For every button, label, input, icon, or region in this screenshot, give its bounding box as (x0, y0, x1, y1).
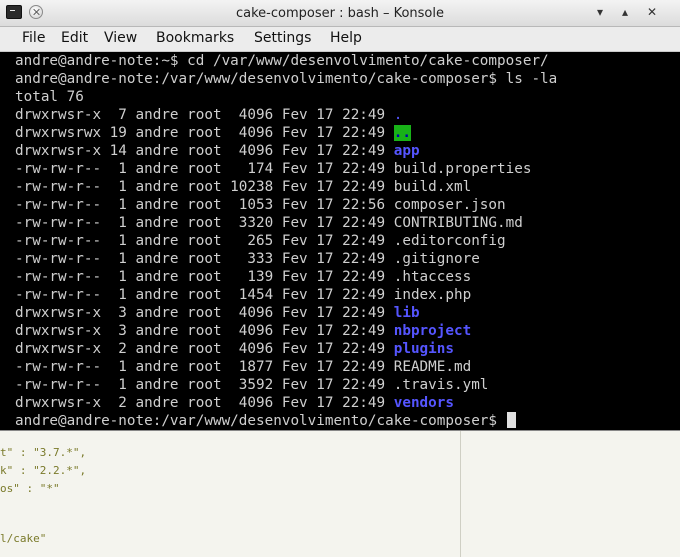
background-editor-line: t" : "3.7.*", (0, 446, 87, 459)
ls-entry-row: drwxrwsr-x 7 andre root 4096 Fev 17 22:4… (15, 106, 680, 124)
menu-settings[interactable]: Settings (254, 30, 311, 46)
ls-entry-name: index.php (393, 287, 472, 303)
menu-file[interactable]: File (22, 30, 45, 46)
ls-entry-name: composer.json (393, 197, 506, 213)
ls-entry-row: drwxrwsr-x 3 andre root 4096 Fev 17 22:4… (15, 322, 680, 340)
ls-entry-name: app (393, 143, 420, 159)
menu-edit[interactable]: Edit (61, 30, 88, 46)
konsole-window: cake-composer : bash – Konsole ▾ ▴ ✕ Fil… (0, 0, 680, 430)
ls-entry-name: .travis.yml (393, 377, 489, 393)
ls-entry-meta: -rw-rw-r-- 1 andre root 3320 Fev 17 22:4… (15, 215, 394, 231)
ls-entry-row: -rw-rw-r-- 1 andre root 10238 Fev 17 22:… (15, 178, 680, 196)
ls-entry-meta: -rw-rw-r-- 1 andre root 1454 Fev 17 22:4… (15, 287, 394, 303)
maximize-icon[interactable]: ▴ (617, 4, 633, 20)
ls-entry-meta: drwxrwsr-x 2 andre root 4096 Fev 17 22:4… (15, 341, 394, 357)
ls-entry-meta: -rw-rw-r-- 1 andre root 174 Fev 17 22:49 (15, 161, 394, 177)
ls-listing: drwxrwsr-x 7 andre root 4096 Fev 17 22:4… (15, 106, 680, 412)
terminal-line: total 76 (15, 89, 84, 105)
ls-entry-row: drwxrwsr-x 2 andre root 4096 Fev 17 22:4… (15, 394, 680, 412)
ls-entry-name: .. (393, 125, 411, 141)
terminal-output[interactable]: andre@andre-note:~$ cd /var/www/desenvol… (15, 52, 680, 430)
ls-entry-name: plugins (393, 341, 454, 357)
ls-entry-name: .editorconfig (393, 233, 506, 249)
ls-entry-row: -rw-rw-r-- 1 andre root 3592 Fev 17 22:4… (15, 376, 680, 394)
text-cursor (506, 412, 516, 428)
ls-entry-row: -rw-rw-r-- 1 andre root 333 Fev 17 22:49… (15, 250, 680, 268)
ls-entry-name: .gitignore (393, 251, 480, 267)
ls-entry-row: -rw-rw-r-- 1 andre root 265 Fev 17 22:49… (15, 232, 680, 250)
ls-entry-row: drwxrwsr-x 2 andre root 4096 Fev 17 22:4… (15, 340, 680, 358)
ls-entry-meta: drwxrwsr-x 3 andre root 4096 Fev 17 22:4… (15, 323, 394, 339)
ls-entry-name: nbproject (393, 323, 472, 339)
ls-entry-meta: -rw-rw-r-- 1 andre root 3592 Fev 17 22:4… (15, 377, 394, 393)
ls-entry-row: -rw-rw-r-- 1 andre root 174 Fev 17 22:49… (15, 160, 680, 178)
background-editor-line: k" : "2.2.*", (0, 464, 87, 477)
prompt-line: andre@andre-note:/var/www/desenvolviment… (15, 412, 680, 430)
ls-entry-row: -rw-rw-r-- 1 andre root 139 Fev 17 22:49… (15, 268, 680, 286)
ls-entry-meta: -rw-rw-r-- 1 andre root 1877 Fev 17 22:4… (15, 359, 394, 375)
ls-entry-name: build.xml (393, 179, 472, 195)
ls-entry-name: lib (393, 305, 420, 321)
terminal-line: andre@andre-note:/var/www/desenvolviment… (15, 71, 558, 87)
ls-entry-name: vendors (393, 395, 454, 411)
ls-entry-row: -rw-rw-r-- 1 andre root 1454 Fev 17 22:4… (15, 286, 680, 304)
ls-entry-row: -rw-rw-r-- 1 andre root 3320 Fev 17 22:4… (15, 214, 680, 232)
background-editor-line: os" : "*" (0, 482, 60, 495)
ls-entry-row: -rw-rw-r-- 1 andre root 1877 Fev 17 22:4… (15, 358, 680, 376)
ls-entry-name: CONTRIBUTING.md (393, 215, 523, 231)
ls-entry-name: . (393, 107, 403, 123)
background-editor-margin-line (460, 430, 461, 557)
ls-entry-meta: drwxrwsr-x 3 andre root 4096 Fev 17 22:4… (15, 305, 394, 321)
ls-entry-row: drwxrwsr-x 14 andre root 4096 Fev 17 22:… (15, 142, 680, 160)
ls-entry-meta: drwxrwsr-x 2 andre root 4096 Fev 17 22:4… (15, 395, 394, 411)
ls-entry-meta: -rw-rw-r-- 1 andre root 139 Fev 17 22:49 (15, 269, 394, 285)
ls-entry-row: drwxrwsrwx 19 andre root 4096 Fev 17 22:… (15, 124, 680, 142)
ls-entry-name: build.properties (393, 161, 532, 177)
window-title: cake-composer : bash – Konsole (236, 6, 444, 21)
title-bar[interactable]: cake-composer : bash – Konsole ▾ ▴ ✕ (0, 0, 680, 27)
ls-entry-name: README.md (393, 359, 472, 375)
minimize-icon[interactable]: ▾ (592, 4, 608, 20)
menu-help[interactable]: Help (330, 30, 362, 46)
menu-view[interactable]: View (104, 30, 137, 46)
ls-entry-meta: drwxrwsr-x 7 andre root 4096 Fev 17 22:4… (15, 107, 394, 123)
ls-entry-meta: -rw-rw-r-- 1 andre root 1053 Fev 17 22:5… (15, 197, 394, 213)
ls-entry-name: .htaccess (393, 269, 472, 285)
menu-bar: File Edit View Bookmarks Settings Help (0, 27, 680, 52)
terminal-line: andre@andre-note:~$ cd /var/www/desenvol… (15, 53, 549, 69)
ls-entry-row: drwxrwsr-x 3 andre root 4096 Fev 17 22:4… (15, 304, 680, 322)
menu-bookmarks[interactable]: Bookmarks (156, 30, 234, 46)
ls-entry-meta: drwxrwsr-x 14 andre root 4096 Fev 17 22:… (15, 143, 394, 159)
ls-entry-meta: -rw-rw-r-- 1 andre root 333 Fev 17 22:49 (15, 251, 394, 267)
close-window-icon[interactable]: ✕ (644, 4, 660, 20)
ls-entry-meta: drwxrwsrwx 19 andre root 4096 Fev 17 22:… (15, 125, 394, 141)
ls-entry-meta: -rw-rw-r-- 1 andre root 265 Fev 17 22:49 (15, 233, 394, 249)
ls-entry-meta: -rw-rw-r-- 1 andre root 10238 Fev 17 22:… (15, 179, 394, 195)
ls-entry-row: -rw-rw-r-- 1 andre root 1053 Fev 17 22:5… (15, 196, 680, 214)
shell-prompt: andre@andre-note:/var/www/desenvolviment… (15, 413, 506, 429)
background-editor-line: l/cake" (0, 532, 47, 545)
